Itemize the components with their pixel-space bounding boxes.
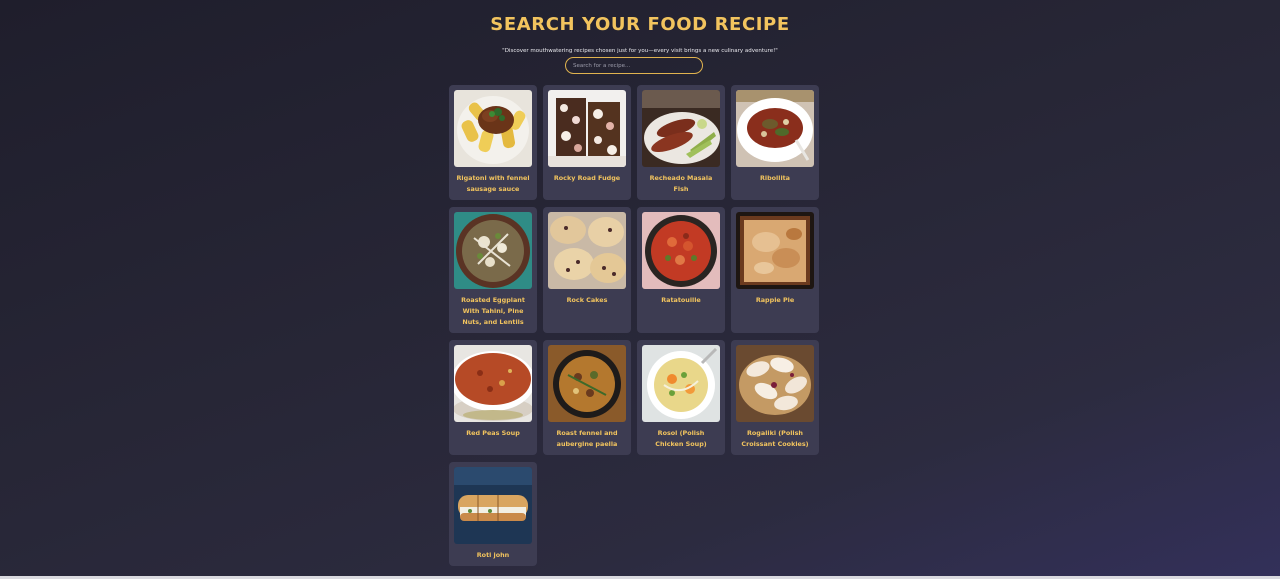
recipe-photo-rigatoni [454, 90, 532, 167]
recipe-name: Roast fennel and aubergine paella [556, 429, 618, 448]
recipe-name: Rigatoni with fennel sausage sauce [456, 174, 530, 193]
recipe-photo-ratatouille [642, 212, 720, 289]
recipe-photo-red-peas-soup [454, 345, 532, 422]
recipe-card[interactable]: Rosol (Polish Chicken Soup) [637, 340, 725, 455]
recipe-name: Rogaliki (Polish Croissant Cookies) [741, 429, 809, 448]
recipe-name: Rosol (Polish Chicken Soup) [655, 429, 707, 448]
recipe-name: Rappie Pie [755, 296, 795, 304]
recipe-name: Red Peas Soup [466, 429, 520, 437]
recipe-card[interactable]: Roti john [449, 462, 537, 566]
recipe-card[interactable]: Roast fennel and aubergine paella [543, 340, 631, 455]
recipe-photo-roti-john [454, 467, 532, 544]
recipe-name: Rocky Road Fudge [553, 174, 621, 182]
recipe-card[interactable]: Roasted Eggplant With Tahini, Pine Nuts,… [449, 207, 537, 333]
recipe-card[interactable]: Ratatouille [637, 207, 725, 333]
recipe-card[interactable]: Rappie Pie [731, 207, 819, 333]
recipe-photo-masala-fish [642, 90, 720, 167]
recipe-photo-rogaliki [736, 345, 814, 422]
page-subtitle: "Discover mouthwatering recipes chosen j… [502, 48, 778, 54]
recipe-name: Recheado Masala Fish [649, 174, 713, 193]
recipe-name: Rock Cakes [566, 296, 608, 304]
recipe-card[interactable]: Rigatoni with fennel sausage sauce [449, 85, 537, 200]
recipe-photo-ribollita [736, 90, 814, 167]
recipe-photo-rosol [642, 345, 720, 422]
search-input[interactable] [565, 57, 703, 74]
recipe-photo-rappie-pie [736, 212, 814, 289]
recipe-photo-rocky-road [548, 90, 626, 167]
recipe-card[interactable]: Red Peas Soup [449, 340, 537, 455]
recipe-photo-roasted-eggplant [454, 212, 532, 289]
recipe-photo-rock-cakes [548, 212, 626, 289]
recipe-name: Ribollita [759, 174, 790, 182]
recipe-card[interactable]: Rocky Road Fudge [543, 85, 631, 200]
recipe-card[interactable]: Rogaliki (Polish Croissant Cookies) [731, 340, 819, 455]
recipe-name: Ratatouille [661, 296, 701, 304]
recipe-photo-paella [548, 345, 626, 422]
recipe-name: Roti john [476, 551, 510, 559]
page-title: SEARCH YOUR FOOD RECIPE [490, 14, 790, 35]
recipe-page: SEARCH YOUR FOOD RECIPE "Discover mouthw… [0, 0, 1280, 576]
recipe-card[interactable]: Ribollita [731, 85, 819, 200]
recipe-card[interactable]: Rock Cakes [543, 207, 631, 333]
recipe-name: Roasted Eggplant With Tahini, Pine Nuts,… [461, 296, 525, 326]
recipe-card[interactable]: Recheado Masala Fish [637, 85, 725, 200]
